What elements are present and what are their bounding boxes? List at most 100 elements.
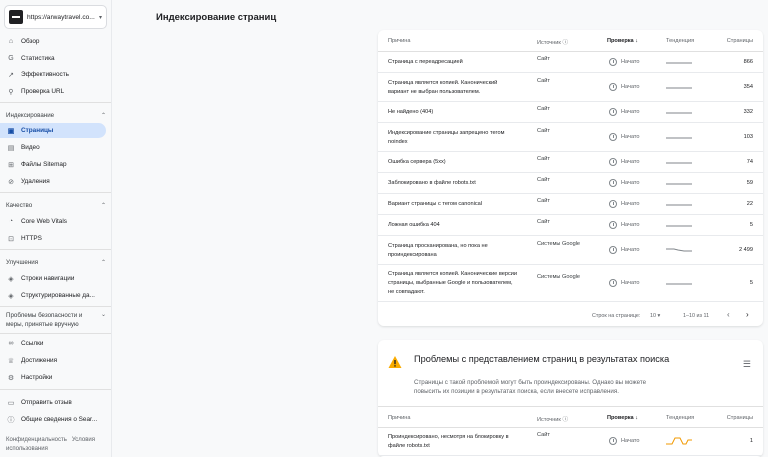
page-title: Индексирование страниц xyxy=(156,12,277,23)
card-title: Проблемы с представлением страниц в резу… xyxy=(414,354,670,364)
row-reason: Страница просканирована, но пока не прои… xyxy=(388,242,488,258)
next-page-icon[interactable]: › xyxy=(746,310,749,319)
sidebar-item-label: Общие сведения о Sear... xyxy=(21,416,98,423)
col-trend[interactable]: Тенденция xyxy=(666,38,694,44)
table-row[interactable]: Не найдено (404) Сайт Начато 332 xyxy=(378,102,763,123)
row-source: Сайт xyxy=(537,127,550,134)
sidebar-item-about[interactable]: ⓘ Общие сведения о Sear... xyxy=(0,412,106,427)
row-check-status: Начато xyxy=(609,178,640,187)
row-source: Сайт xyxy=(537,432,550,438)
sidebar-item-overview[interactable]: ⌂ Обзор xyxy=(0,34,106,49)
col-check-label: Проверка xyxy=(607,415,634,421)
row-check-status: Начато xyxy=(609,437,640,445)
col-source[interactable]: Источник ⓘ xyxy=(537,415,568,423)
row-trend-sparkline xyxy=(666,57,692,67)
filter-icon[interactable]: ☰ xyxy=(743,359,751,370)
chevron-up-icon: ⌃ xyxy=(100,259,106,266)
clock-icon xyxy=(609,178,617,187)
sidebar-item-video[interactable]: ▤ Видео xyxy=(0,140,106,155)
col-reason[interactable]: Причина xyxy=(388,415,411,421)
rows-per-page-value: 10 xyxy=(650,313,656,319)
help-icon[interactable]: ⓘ xyxy=(562,40,568,46)
sidebar-item-label: Core Web Vitals xyxy=(21,218,67,225)
sidebar-item-performance[interactable]: G Статистика xyxy=(0,51,106,66)
table-row[interactable]: Страница с переадресацией Сайт Начато 866 xyxy=(378,52,763,73)
gear-icon: ⚙ xyxy=(7,374,15,382)
row-pages-count: 22 xyxy=(746,200,753,207)
section-indexing[interactable]: Индексирование ⌃ xyxy=(6,109,106,121)
sidebar-item-links[interactable]: ∞ Ссылки xyxy=(0,336,106,351)
sidebar-item-structured-data[interactable]: ◈ Структурированные да... xyxy=(0,288,106,303)
sidebar-item-label: Строки навигации xyxy=(21,275,75,282)
row-trend-sparkline xyxy=(666,178,692,188)
table-row[interactable]: Вариант страницы с тегом canonical Сайт На… xyxy=(378,194,763,215)
sidebar-item-label: Настройки xyxy=(21,374,53,381)
sidebar-item-removals[interactable]: ⊘ Удаления xyxy=(0,174,106,189)
row-check-status: Начато xyxy=(609,57,640,66)
pagination: Строк на странице: 10 ▾ 1–10 из 11 ‹ › xyxy=(378,310,763,324)
table-row[interactable]: Индексирование страницы запрещено тегом … xyxy=(378,123,763,152)
sidebar-item-label: Эффективность xyxy=(21,71,69,78)
row-reason: Индексирование страницы запрещено тегом … xyxy=(388,129,505,145)
arrow-down-icon: ↓ xyxy=(635,415,639,421)
clock-icon xyxy=(609,132,617,141)
section-enhancements[interactable]: Улучшения ⌃ xyxy=(6,256,106,268)
row-check-label: Начато xyxy=(621,279,640,286)
table-row[interactable]: Страница является копией. Канонический в… xyxy=(378,73,763,102)
sidebar-item-label: Видео xyxy=(21,144,40,151)
row-pages-count: 866 xyxy=(743,58,753,65)
section-security[interactable]: Проблемы безопасности и меры, принятые в… xyxy=(6,311,106,331)
table-row[interactable]: Страница просканирована, но пока не прои… xyxy=(378,236,763,265)
property-selector[interactable]: https://arwaytravel.co... ▾ xyxy=(4,5,107,29)
col-check[interactable]: Проверка ↓ xyxy=(607,38,638,44)
help-icon[interactable]: ⓘ xyxy=(562,417,568,423)
table-row[interactable]: Ошибка сервера (5xx) Сайт Начато 74 xyxy=(378,152,763,173)
col-check[interactable]: Проверка ↓ xyxy=(607,415,638,421)
sidebar-item-achievements[interactable]: ♕ Достижения xyxy=(0,353,106,368)
chevron-down-icon: ⌄ xyxy=(100,312,106,318)
table-row[interactable]: Проиндексировано, несмотря на блокировку… xyxy=(378,428,763,456)
row-pages-count: 5 xyxy=(749,279,753,286)
sidebar-item-url-inspection[interactable]: ⚲ Проверка URL xyxy=(0,84,106,99)
row-check-label: Начато xyxy=(621,438,640,444)
col-pages[interactable]: Страницы xyxy=(727,38,753,44)
col-reason[interactable]: Причина xyxy=(388,38,411,44)
col-trend[interactable]: Тенденция xyxy=(666,415,694,421)
sidebar-item-feedback[interactable]: ▭ Отправить отзыв xyxy=(0,395,106,410)
table-row[interactable]: Заблокировано в файле robots.txt Сайт Нача… xyxy=(378,173,763,194)
sidebar-footer: Конфиденциальность Условия использования xyxy=(6,436,106,454)
sidebar-item-label: Обзор xyxy=(21,38,40,45)
sidebar-item-core-web-vitals[interactable]: ◔ Core Web Vitals xyxy=(0,214,106,229)
col-pages[interactable]: Страницы xyxy=(727,415,753,421)
col-source[interactable]: Источник ⓘ xyxy=(537,38,568,46)
row-source: Системы Google xyxy=(537,240,581,247)
row-check-label: Начато xyxy=(621,58,640,65)
sidebar-item-efficiency[interactable]: ↗ Эффективность xyxy=(0,67,106,82)
sidebar-divider xyxy=(0,249,111,250)
chevron-up-icon: ⌃ xyxy=(100,202,106,209)
sidebar-item-settings[interactable]: ⚙ Настройки xyxy=(0,370,106,385)
sidebar-item-breadcrumbs[interactable]: ◈ Строки навигации xyxy=(0,271,106,286)
app-root: https://arwaytravel.co... ▾ ⌂ Обзор G Ст… xyxy=(0,0,768,457)
row-pages-count: 103 xyxy=(743,133,753,140)
clock-icon xyxy=(609,220,617,229)
clock-icon xyxy=(609,157,617,166)
sidebar-item-https[interactable]: ⊡ HTTPS xyxy=(0,231,106,246)
prev-page-icon[interactable]: ‹ xyxy=(727,310,730,319)
rows-per-page-select[interactable]: 10 ▾ xyxy=(650,313,660,319)
table-row[interactable]: Страница является копией. Канонические в… xyxy=(378,265,763,302)
sidebar-item-sitemaps[interactable]: ⊞ Файлы Sitemap xyxy=(0,157,106,172)
site-favicon-icon xyxy=(9,10,23,24)
sidebar-item-label: Страницы xyxy=(21,127,54,134)
privacy-link[interactable]: Конфиденциальность xyxy=(6,437,67,443)
pages-icon: ▣ xyxy=(7,127,15,135)
section-label: Проблемы безопасности и меры, принятые в… xyxy=(6,312,83,328)
table-row[interactable]: Ложная ошибка 404 Сайт Начато 5 xyxy=(378,215,763,236)
section-quality[interactable]: Качество ⌃ xyxy=(6,199,106,211)
row-check-label: Начато xyxy=(621,108,640,115)
row-reason: Проиндексировано, несмотря на блокировку… xyxy=(388,434,509,449)
home-icon: ⌂ xyxy=(8,38,14,45)
sidebar-divider xyxy=(0,389,111,390)
sidebar-item-label: Статистика xyxy=(21,55,55,62)
sidebar-item-pages[interactable]: ▣ Страницы xyxy=(0,123,106,138)
